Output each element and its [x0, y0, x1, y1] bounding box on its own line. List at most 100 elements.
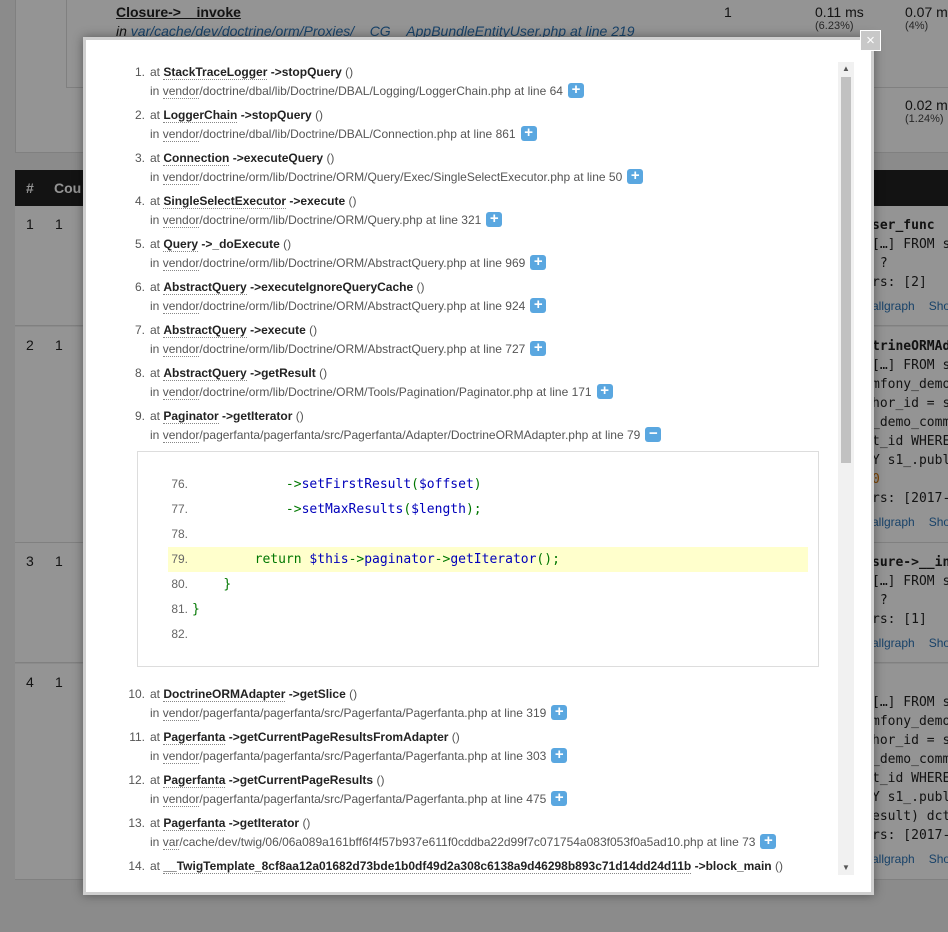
frame-file: in vendor/doctrine/orm/lib/Doctrine/ORM/…	[150, 254, 834, 273]
frame-file: in vendor/pagerfanta/pagerfanta/src/Page…	[150, 790, 834, 809]
scroll-down-icon[interactable]: ▼	[838, 861, 854, 875]
frame-file: in vendor/pagerfanta/pagerfanta/src/Page…	[150, 747, 834, 766]
trace-frame: 6. at AbstractQuery ->executeIgnoreQuery…	[86, 278, 834, 316]
frame-number: 13.	[128, 816, 145, 830]
frame-method: ->getCurrentPageResultsFromAdapter	[228, 730, 449, 744]
code-line: 80. }	[171, 577, 232, 592]
frame-class[interactable]: DoctrineORMAdapter	[163, 687, 286, 702]
trace-frame: 11. at Pagerfanta ->getCurrentPageResult…	[86, 728, 834, 766]
frame-method: ->stopQuery	[270, 65, 342, 79]
modal-scrollbar[interactable]: ▲ ▼	[838, 62, 854, 875]
code-excerpt: 76. ->setFirstResult($offset) 77. ->setM…	[137, 451, 819, 667]
frame-root[interactable]: vendor	[162, 299, 200, 314]
frame-method: ->_doExecute	[201, 237, 280, 251]
scroll-up-icon[interactable]: ▲	[838, 62, 854, 76]
frame-method: ->execute	[289, 194, 346, 208]
frame-class[interactable]: StackTraceLogger	[163, 65, 268, 80]
frame-method: ->getIterator	[228, 816, 300, 830]
frame-root[interactable]: vendor	[162, 342, 200, 357]
frame-file: in vendor/doctrine/dbal/lib/Doctrine/DBA…	[150, 125, 834, 144]
trace-frame: 1. at StackTraceLogger ->stopQuery () in…	[86, 63, 834, 101]
expand-icon[interactable]: +	[596, 383, 613, 399]
frame-file: in vendor/doctrine/orm/lib/Doctrine/ORM/…	[150, 340, 834, 359]
code-line: 77. ->setMaxResults($length);	[171, 502, 482, 517]
trace-frame: 13. at Pagerfanta ->getIterator () in va…	[86, 814, 834, 852]
frame-class[interactable]: Connection	[163, 151, 230, 166]
expand-icon[interactable]: +	[530, 254, 547, 270]
trace-frame: 9. at Paginator ->getIterator () in vend…	[86, 407, 834, 667]
expand-icon[interactable]: +	[551, 704, 568, 720]
trace-frame: 14. at __TwigTemplate_8cf8aa12a01682d73b…	[86, 857, 834, 875]
frame-root[interactable]: vendor	[162, 706, 200, 721]
expand-icon[interactable]: +	[760, 833, 777, 849]
frame-method: ->getCurrentPageResults	[228, 773, 374, 787]
frame-root[interactable]: vendor	[162, 385, 200, 400]
frame-call: at AbstractQuery ->executeIgnoreQueryCac…	[150, 280, 425, 295]
frame-call: at Pagerfanta ->getCurrentPageResultsFro…	[150, 730, 460, 745]
frame-number: 3.	[134, 151, 145, 165]
trace-frame: 10. at DoctrineORMAdapter ->getSlice () …	[86, 685, 834, 723]
frame-root[interactable]: vendor	[162, 213, 200, 228]
frame-method: ->getIterator	[222, 409, 293, 423]
frame-root[interactable]: vendor	[162, 792, 200, 807]
code-line-highlighted: 79. return $this->paginator->getIterator…	[168, 547, 808, 572]
stack-trace-scroll-area[interactable]: 1. at StackTraceLogger ->stopQuery () in…	[86, 63, 834, 875]
collapse-icon[interactable]: −	[645, 426, 662, 442]
frame-class[interactable]: Paginator	[163, 409, 219, 424]
expand-icon[interactable]: +	[530, 340, 547, 356]
frame-class[interactable]: Query	[163, 237, 199, 252]
frame-file: in vendor/doctrine/dbal/lib/Doctrine/DBA…	[150, 82, 834, 101]
frame-method: ->block_main	[694, 859, 772, 873]
frame-root[interactable]: vendor	[162, 256, 200, 271]
close-icon[interactable]: ×	[860, 30, 881, 51]
frame-call: at Connection ->executeQuery ()	[150, 151, 335, 166]
frame-number: 9.	[134, 409, 145, 423]
frame-class[interactable]: Pagerfanta	[163, 773, 226, 788]
frame-class[interactable]: Pagerfanta	[163, 816, 226, 831]
trace-frame: 8. at AbstractQuery ->getResult () in ve…	[86, 364, 834, 402]
frame-call: at DoctrineORMAdapter ->getSlice ()	[150, 687, 358, 702]
frame-class[interactable]: AbstractQuery	[163, 323, 247, 338]
frame-number: 14.	[128, 859, 145, 873]
code-line: 82.	[171, 627, 188, 641]
expand-icon[interactable]: +	[551, 747, 568, 763]
frame-call: at StackTraceLogger ->stopQuery ()	[150, 65, 354, 80]
frame-call: at Query ->_doExecute ()	[150, 237, 292, 252]
frame-class[interactable]: Pagerfanta	[163, 730, 226, 745]
frame-number: 2.	[134, 108, 145, 122]
frame-root[interactable]: vendor	[162, 84, 200, 99]
frame-number: 4.	[134, 194, 145, 208]
frame-number: 1.	[134, 65, 145, 79]
frame-call: at Pagerfanta ->getCurrentPageResults ()	[150, 773, 385, 788]
expand-icon[interactable]: +	[520, 125, 537, 141]
trace-frame: 3. at Connection ->executeQuery () in ve…	[86, 149, 834, 187]
stack-trace-modal: 1. at StackTraceLogger ->stopQuery () in…	[83, 37, 874, 895]
frame-root[interactable]: vendor	[162, 749, 200, 764]
scroll-thumb[interactable]	[841, 77, 851, 463]
frame-number: 6.	[134, 280, 145, 294]
frame-call: at SingleSelectExecutor ->execute ()	[150, 194, 357, 209]
frame-root[interactable]: vendor	[162, 170, 200, 185]
frame-root[interactable]: vendor	[162, 127, 200, 142]
frame-class[interactable]: __TwigTemplate_8cf8aa12a01682d73bde1b0df…	[163, 859, 692, 874]
trace-frame: 12. at Pagerfanta ->getCurrentPageResult…	[86, 771, 834, 809]
frame-call: at Pagerfanta ->getIterator ()	[150, 816, 311, 831]
frame-call: at AbstractQuery ->getResult ()	[150, 366, 328, 381]
frame-method: ->getSlice	[288, 687, 346, 701]
frame-call: at LoggerChain ->stopQuery ()	[150, 108, 324, 123]
frame-class[interactable]: AbstractQuery	[163, 366, 247, 381]
expand-icon[interactable]: +	[486, 211, 503, 227]
frame-class[interactable]: AbstractQuery	[163, 280, 247, 295]
expand-icon[interactable]: +	[551, 790, 568, 806]
frame-method: ->execute	[250, 323, 306, 337]
expand-icon[interactable]: +	[627, 168, 644, 184]
frame-class[interactable]: LoggerChain	[163, 108, 238, 123]
frame-method: ->stopQuery	[240, 108, 312, 122]
frame-root[interactable]: vendor	[162, 428, 200, 443]
frame-call: at Paginator ->getIterator ()	[150, 409, 304, 424]
frame-class[interactable]: SingleSelectExecutor	[163, 194, 287, 209]
expand-icon[interactable]: +	[530, 297, 547, 313]
expand-icon[interactable]: +	[567, 82, 584, 98]
frame-root[interactable]: var	[162, 835, 180, 850]
code-line: 81.}	[171, 602, 200, 617]
